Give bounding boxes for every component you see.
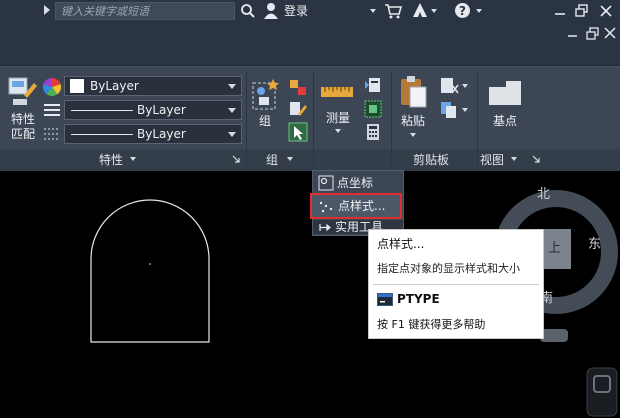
clipboard-group-label[interactable]: 剪贴板 — [413, 153, 449, 167]
tooltip-command: PTYPE — [397, 292, 440, 306]
paste-dropdown-icon[interactable] — [410, 133, 416, 137]
group-icon[interactable] — [251, 77, 281, 111]
groups-group-label[interactable]: 组 — [266, 153, 278, 167]
tooltip-help-hint: 按 F1 键获得更多帮助 — [377, 318, 486, 331]
group-button-label[interactable]: 组 — [259, 114, 271, 128]
command-line-icon — [377, 293, 393, 306]
quick-select-icon[interactable] — [364, 77, 382, 95]
color-select[interactable]: ByLayer — [64, 76, 242, 96]
tooltip-divider — [373, 284, 539, 285]
measure-dropdown-icon[interactable] — [335, 129, 341, 133]
view-launcher-icon[interactable] — [532, 155, 540, 163]
point-style-icon — [319, 201, 333, 213]
login-link[interactable]: 登录 — [284, 3, 308, 19]
linetype-preview — [71, 110, 133, 111]
doc-close-icon[interactable] — [604, 27, 616, 39]
compass-north-label[interactable]: 北 — [537, 188, 550, 202]
point-style-label: 点样式... — [338, 199, 386, 213]
match-properties-label[interactable]: 特性匹配 — [10, 112, 36, 142]
linetype-icon[interactable] — [43, 103, 61, 117]
title-bar: 键入关键字或短语 登录 ? — [0, 0, 620, 22]
chevron-down-icon — [228, 132, 236, 137]
group-separator — [313, 71, 314, 167]
arch-shape[interactable] — [90, 199, 210, 343]
lineweight-select[interactable]: ByLayer — [64, 124, 242, 144]
measure-ruler-icon[interactable] — [320, 85, 354, 99]
close-icon[interactable] — [599, 4, 613, 18]
paste-icon[interactable] — [398, 75, 428, 109]
compass-east-label[interactable]: 东 — [588, 238, 601, 252]
doc-restore-icon[interactable] — [586, 27, 600, 41]
point-coordinate-item[interactable]: 点坐标 — [313, 173, 403, 193]
document-bar — [0, 22, 620, 66]
ribbon: 特性匹配 ByLayer ByLayer ByLayer 特性 组 组 测量 粘… — [0, 66, 620, 171]
cart-icon[interactable] — [384, 3, 402, 19]
view-expand-icon[interactable] — [511, 157, 517, 161]
help-dropdown-icon[interactable] — [476, 9, 482, 13]
group-separator — [246, 71, 247, 167]
tooltip-title: 点样式... — [377, 237, 425, 251]
point-marker[interactable] — [149, 263, 151, 265]
doc-minimize-icon[interactable] — [567, 28, 579, 40]
groups-expand-icon[interactable] — [287, 157, 293, 161]
match-properties-icon[interactable] — [8, 75, 38, 107]
search-icon[interactable] — [240, 3, 256, 19]
calculator-icon[interactable] — [366, 123, 380, 141]
group-separator — [477, 71, 478, 167]
viewcube-face-label: 上 — [548, 241, 562, 256]
wcs-menu-button[interactable] — [540, 329, 568, 342]
ribbon-group-label-bar — [0, 149, 620, 171]
lineweight-icon[interactable] — [43, 127, 61, 141]
restore-icon[interactable] — [575, 4, 589, 18]
tooltip-description: 指定点对象的显示样式和大小 — [377, 262, 520, 275]
properties-expand-icon[interactable] — [130, 157, 136, 161]
lineweight-preview — [71, 134, 133, 135]
group-separator — [391, 71, 392, 167]
linetype-select[interactable]: ByLayer — [64, 100, 242, 120]
point-coordinate-icon — [318, 175, 334, 191]
color-wheel-icon[interactable] — [43, 78, 61, 96]
paste-label[interactable]: 粘贴 — [401, 114, 425, 128]
point-coordinate-label: 点坐标 — [337, 176, 374, 190]
point-style-item[interactable]: 点样式... — [310, 193, 402, 219]
pin-icon — [319, 223, 331, 232]
user-icon[interactable] — [263, 2, 279, 20]
cut-dropdown-icon[interactable] — [462, 84, 468, 88]
properties-launcher-icon[interactable] — [232, 155, 240, 163]
login-dropdown-icon[interactable] — [370, 9, 376, 13]
expand-arrow-icon[interactable] — [44, 5, 50, 15]
select-all-icon[interactable] — [364, 100, 382, 118]
measure-label[interactable]: 测量 — [326, 111, 350, 125]
point-style-tooltip: 点样式... 指定点对象的显示样式和大小 PTYPE 按 F1 键获得更多帮助 — [368, 229, 544, 339]
measure-dropdown-panel: 点坐标 点样式... 实用工具 — [310, 170, 404, 236]
ungroup-icon[interactable] — [288, 78, 308, 96]
search-input[interactable]: 键入关键字或短语 — [55, 2, 235, 20]
group-selection-icon[interactable] — [288, 122, 308, 142]
chevron-down-icon — [228, 84, 236, 89]
color-select-value: ByLayer — [90, 79, 139, 93]
copy-dropdown-icon[interactable] — [462, 108, 468, 112]
app-dropdown-icon[interactable] — [431, 9, 437, 13]
minimize-icon[interactable] — [553, 4, 567, 18]
lineweight-select-value: ByLayer — [137, 127, 186, 141]
chevron-down-icon — [228, 108, 236, 113]
copy-icon[interactable] — [440, 101, 460, 119]
autodesk-app-icon[interactable] — [412, 2, 428, 18]
color-swatch — [70, 79, 84, 93]
basepoint-label[interactable]: 基点 — [493, 114, 517, 128]
linetype-select-value: ByLayer — [137, 103, 186, 117]
properties-group-label[interactable]: 特性 — [99, 153, 123, 167]
help-icon[interactable]: ? — [454, 2, 471, 19]
basepoint-icon[interactable] — [488, 79, 522, 107]
view-group-label[interactable]: 视图 — [480, 153, 504, 167]
svg-text:?: ? — [459, 4, 466, 18]
group-edit-icon[interactable] — [288, 100, 308, 118]
cut-icon[interactable] — [440, 77, 460, 97]
